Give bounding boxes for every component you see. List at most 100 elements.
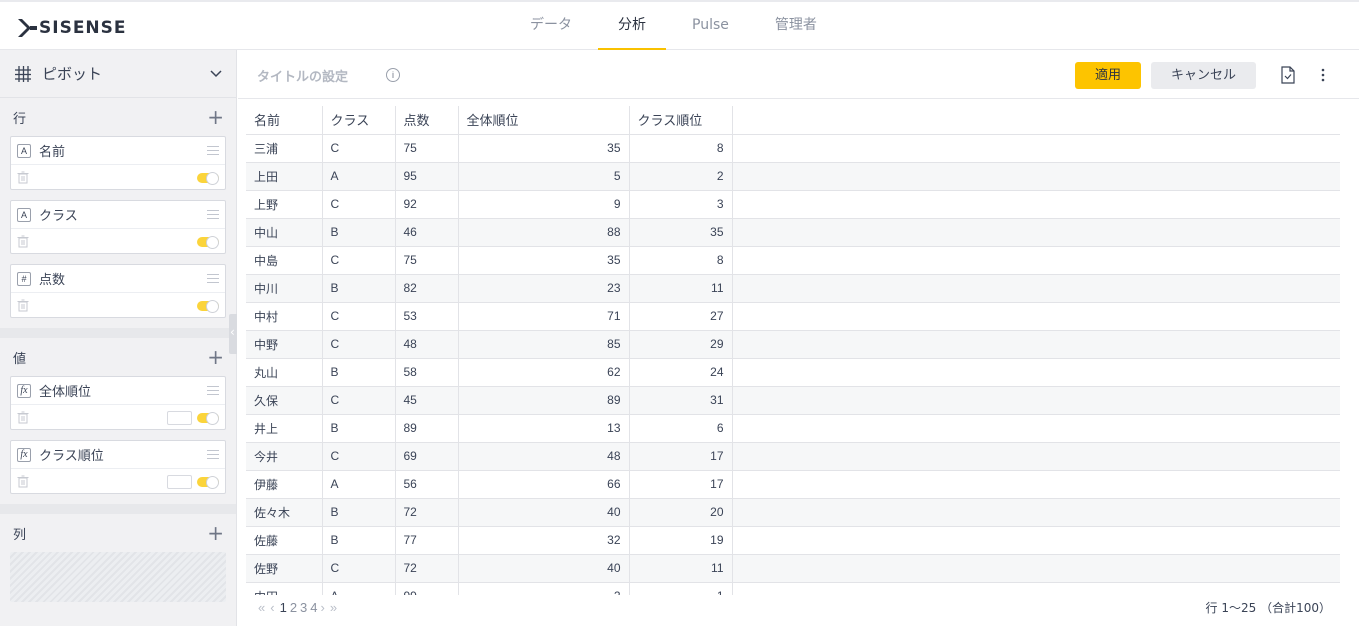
table-cell[interactable]: 48 — [395, 330, 459, 359]
widget-type-selector[interactable]: ピボット — [0, 50, 236, 98]
drag-handle-icon[interactable] — [207, 146, 219, 155]
table-cell[interactable]: 伊藤 — [246, 470, 323, 499]
table-cell[interactable]: B — [322, 526, 396, 555]
table-cell[interactable]: 35 — [458, 134, 630, 163]
table-cell[interactable]: 20 — [629, 498, 733, 527]
drag-handle-icon[interactable] — [207, 386, 219, 395]
field-toggle[interactable] — [197, 171, 219, 185]
column-header[interactable]: クラス順位 — [629, 106, 733, 135]
table-cell[interactable]: 23 — [458, 274, 630, 303]
last-page-button[interactable]: » — [330, 600, 337, 615]
table-cell[interactable]: 佐々木 — [246, 498, 323, 527]
more-options-icon[interactable] — [1318, 67, 1328, 83]
table-cell[interactable]: 48 — [458, 442, 630, 471]
table-cell[interactable]: 佐野 — [246, 554, 323, 583]
table-cell[interactable]: 62 — [458, 358, 630, 387]
page-number[interactable]: 1 — [280, 600, 287, 615]
drag-handle-icon[interactable] — [207, 450, 219, 459]
table-cell[interactable]: 内田 — [246, 582, 323, 595]
table-cell[interactable]: C — [322, 302, 396, 331]
table-cell[interactable]: 3 — [629, 190, 733, 219]
table-cell[interactable]: C — [322, 246, 396, 275]
page-number[interactable]: 4 — [310, 600, 317, 615]
value-field-overall-rank[interactable]: fx 全体順位 — [10, 376, 226, 430]
table-cell[interactable]: 9 — [458, 190, 630, 219]
column-header[interactable]: 名前 — [246, 106, 323, 135]
table-cell[interactable]: 72 — [395, 554, 459, 583]
table-cell[interactable]: 6 — [629, 414, 733, 443]
trash-icon[interactable] — [17, 411, 29, 424]
table-cell[interactable]: 77 — [395, 526, 459, 555]
table-cell[interactable]: 75 — [395, 134, 459, 163]
table-cell[interactable]: A — [322, 162, 396, 191]
table-cell[interactable]: 32 — [458, 526, 630, 555]
table-cell[interactable]: 92 — [395, 190, 459, 219]
table-cell[interactable]: 27 — [629, 302, 733, 331]
info-icon[interactable]: i — [386, 68, 400, 82]
table-cell[interactable]: 19 — [629, 526, 733, 555]
table-cell[interactable]: 上野 — [246, 190, 323, 219]
pivot-table-container[interactable]: 名前 クラス 点数 全体順位 クラス順位 三浦 C 75 35 8 上田 A 95 5 2 上野 C 9… — [246, 106, 1340, 595]
table-cell[interactable]: 58 — [395, 358, 459, 387]
table-cell[interactable]: 56 — [395, 470, 459, 499]
table-cell[interactable]: C — [322, 442, 396, 471]
next-page-button[interactable]: › — [321, 600, 325, 615]
table-cell[interactable]: 8 — [629, 134, 733, 163]
table-cell[interactable]: 中山 — [246, 218, 323, 247]
table-cell[interactable]: 17 — [629, 470, 733, 499]
table-cell[interactable]: C — [322, 134, 396, 163]
table-cell[interactable]: B — [322, 218, 396, 247]
table-cell[interactable]: 久保 — [246, 386, 323, 415]
page-number[interactable]: 2 — [290, 600, 297, 615]
table-cell[interactable]: 上田 — [246, 162, 323, 191]
table-cell[interactable]: B — [322, 358, 396, 387]
table-cell[interactable]: 45 — [395, 386, 459, 415]
table-cell[interactable]: 中島 — [246, 246, 323, 275]
table-cell[interactable]: 71 — [458, 302, 630, 331]
tab-data[interactable]: データ — [510, 2, 592, 50]
table-cell[interactable]: C — [322, 386, 396, 415]
table-cell[interactable]: 8 — [629, 246, 733, 275]
table-cell[interactable]: 53 — [395, 302, 459, 331]
table-cell[interactable]: 井上 — [246, 414, 323, 443]
table-cell[interactable]: 1 — [629, 582, 733, 595]
table-cell[interactable]: 中野 — [246, 330, 323, 359]
field-toggle[interactable] — [197, 411, 219, 425]
table-cell[interactable]: 佐藤 — [246, 526, 323, 555]
trash-icon[interactable] — [17, 475, 29, 488]
field-toggle[interactable] — [197, 475, 219, 489]
table-cell[interactable]: 24 — [629, 358, 733, 387]
table-cell[interactable]: 17 — [629, 442, 733, 471]
trash-icon[interactable] — [17, 299, 29, 312]
table-cell[interactable]: 11 — [629, 274, 733, 303]
table-cell[interactable]: 99 — [395, 582, 459, 595]
table-cell[interactable]: 89 — [395, 414, 459, 443]
table-cell[interactable]: 46 — [395, 218, 459, 247]
table-cell[interactable]: 29 — [629, 330, 733, 359]
first-page-button[interactable]: « — [258, 600, 265, 615]
row-field-class[interactable]: A クラス — [10, 200, 226, 254]
table-cell[interactable]: 40 — [458, 554, 630, 583]
table-cell[interactable]: B — [322, 414, 396, 443]
table-cell[interactable]: 31 — [629, 386, 733, 415]
table-cell[interactable]: 2 — [458, 582, 630, 595]
table-cell[interactable]: 72 — [395, 498, 459, 527]
prev-page-button[interactable]: ‹ — [270, 600, 274, 615]
column-header[interactable]: 全体順位 — [458, 106, 630, 135]
table-cell[interactable]: 35 — [629, 218, 733, 247]
color-picker-box[interactable] — [167, 474, 192, 489]
add-value-button[interactable]: + — [207, 347, 226, 367]
page-number[interactable]: 3 — [300, 600, 307, 615]
trash-icon[interactable] — [17, 235, 29, 248]
add-column-button[interactable]: + — [207, 523, 226, 543]
table-cell[interactable]: 85 — [458, 330, 630, 359]
export-icon[interactable] — [1280, 66, 1296, 84]
columns-drop-zone[interactable] — [10, 552, 226, 602]
field-toggle[interactable] — [197, 299, 219, 313]
table-cell[interactable]: 中村 — [246, 302, 323, 331]
table-cell[interactable]: 88 — [458, 218, 630, 247]
collapse-panel-handle[interactable] — [229, 314, 237, 354]
table-cell[interactable]: A — [322, 470, 396, 499]
value-field-class-rank[interactable]: fx クラス順位 — [10, 440, 226, 494]
trash-icon[interactable] — [17, 171, 29, 184]
